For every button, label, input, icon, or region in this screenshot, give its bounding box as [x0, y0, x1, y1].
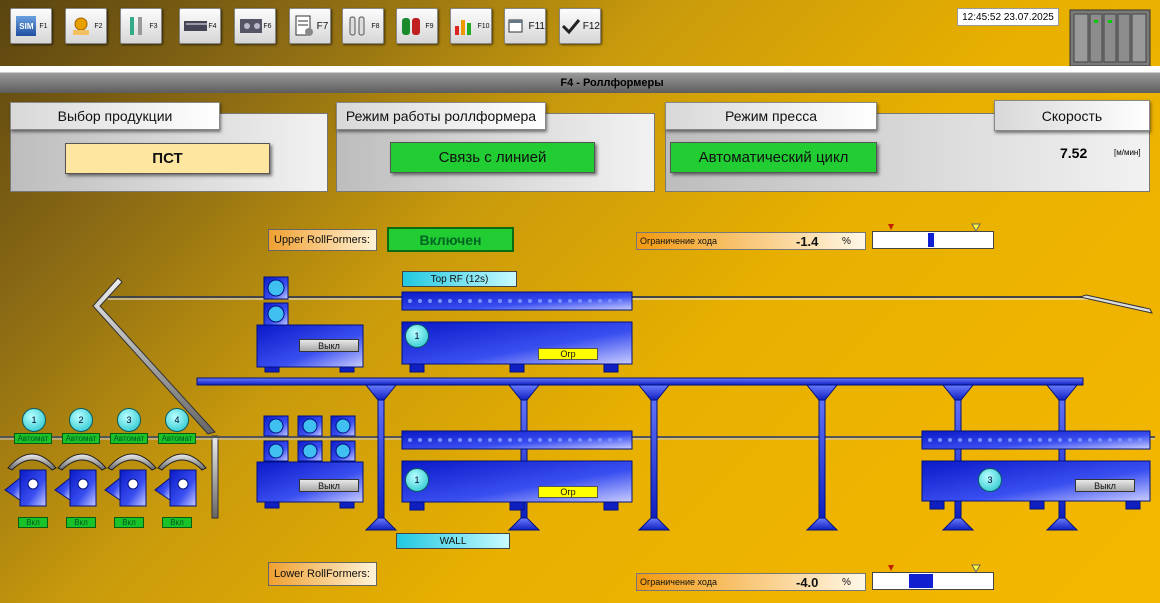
top-rf-label[interactable]: Top RF (12s) [402, 271, 517, 287]
upper-limit-tag: Огр [538, 348, 598, 360]
line-diagram [0, 223, 1155, 574]
lower-limit-tag: Огр [538, 486, 598, 498]
right-machine-state[interactable]: Выкл [1075, 479, 1135, 492]
decoiler-4-mode[interactable]: Автомат [158, 433, 196, 444]
decoiler-1-number: 1 [22, 408, 46, 432]
wall-label[interactable]: WALL [396, 533, 510, 549]
decoiler-2-number: 2 [69, 408, 93, 432]
upper-rf-number: 1 [405, 324, 429, 348]
lower-rf-number: 1 [405, 468, 429, 492]
upper-stand-state[interactable]: Выкл [299, 339, 359, 352]
decoiler-1-mode[interactable]: Автомат [14, 433, 52, 444]
right-rf-number: 3 [978, 468, 1002, 492]
decoiler-3-state[interactable]: Вкл [114, 517, 144, 528]
decoiler-4-state[interactable]: Вкл [162, 517, 192, 528]
decoiler-2-mode[interactable]: Автомат [62, 433, 100, 444]
decoiler-4-number: 4 [165, 408, 189, 432]
decoiler-2-state[interactable]: Вкл [66, 517, 96, 528]
decoiler-3-mode[interactable]: Автомат [110, 433, 148, 444]
decoiler-3-number: 3 [117, 408, 141, 432]
decoiler-1-state[interactable]: Вкл [18, 517, 48, 528]
lower-stand-state[interactable]: Выкл [299, 479, 359, 492]
